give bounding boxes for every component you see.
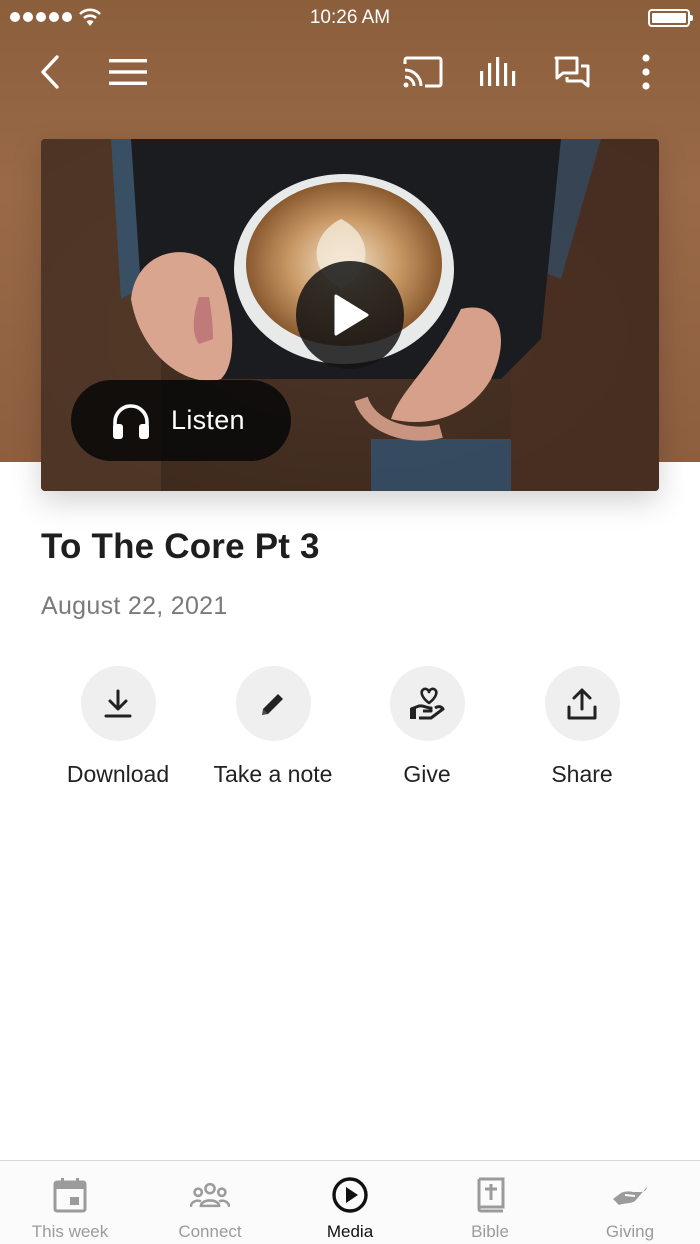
group-icon: [190, 1182, 230, 1208]
download-button[interactable]: Download: [41, 666, 195, 788]
bible-icon: [477, 1177, 505, 1213]
share-upload-icon: [567, 688, 597, 719]
pencil-icon: [262, 693, 283, 715]
take-note-button[interactable]: Take a note: [196, 666, 350, 788]
play-icon: [334, 294, 369, 336]
media-title: To The Core Pt 3: [41, 527, 320, 566]
share-label: Share: [551, 761, 613, 787]
menu-button[interactable]: [104, 48, 152, 96]
cast-button[interactable]: [399, 48, 447, 96]
take-note-button-circle: [235, 666, 311, 741]
calendar-icon: [53, 1178, 87, 1213]
tab-giving-label: Giving: [605, 1222, 655, 1241]
listen-label: Listen: [171, 405, 245, 435]
give-label: Give: [403, 761, 451, 787]
bottom-tab-bar: This week Connect Media Bible Giving: [0, 1160, 700, 1244]
status-bar: 10:26 AM: [0, 0, 700, 36]
tab-connect-label: Connect: [178, 1222, 242, 1241]
media-date: August 22, 2021: [41, 592, 228, 620]
more-vert-icon: [642, 54, 650, 90]
tab-this-week-label: This week: [31, 1222, 109, 1241]
take-note-label: Take a note: [213, 761, 333, 787]
give-button[interactable]: Give: [350, 666, 504, 788]
give-button-circle: [389, 666, 465, 741]
audio-button[interactable]: [474, 48, 522, 96]
tab-media[interactable]: Media: [280, 1161, 420, 1244]
chat-icon: [554, 56, 590, 88]
audio-bars-icon: [480, 57, 516, 86]
battery-icon: [648, 9, 693, 27]
tab-bible-label: Bible: [471, 1222, 509, 1241]
tab-media-label: Media: [326, 1222, 374, 1241]
download-icon: [104, 689, 132, 717]
share-button-circle: [544, 666, 620, 741]
menu-icon: [109, 59, 147, 85]
status-time: 10:26 AM: [309, 7, 391, 28]
share-button[interactable]: Share: [505, 666, 659, 788]
tab-this-week[interactable]: This week: [0, 1161, 140, 1244]
download-button-circle: [80, 666, 156, 741]
giving-hand-icon: [613, 1187, 647, 1205]
back-icon: [41, 55, 59, 89]
cast-icon: [403, 56, 443, 88]
tab-bible[interactable]: Bible: [420, 1161, 560, 1244]
download-label: Download: [66, 761, 170, 787]
tab-giving[interactable]: Giving: [560, 1161, 700, 1244]
tab-connect[interactable]: Connect: [140, 1161, 280, 1244]
headphones-icon: [113, 403, 149, 439]
back-button[interactable]: [26, 48, 74, 96]
give-heart-hand-icon: [410, 687, 445, 719]
more-options-button[interactable]: [622, 48, 670, 96]
chat-button[interactable]: [548, 48, 596, 96]
media-thumbnail[interactable]: Listen: [41, 139, 659, 491]
listen-button[interactable]: Listen: [71, 380, 291, 461]
play-button[interactable]: [296, 261, 404, 369]
play-circle-icon: [332, 1177, 368, 1213]
